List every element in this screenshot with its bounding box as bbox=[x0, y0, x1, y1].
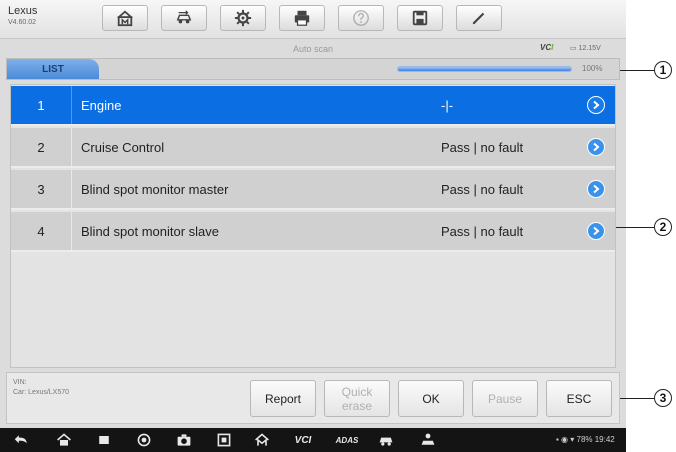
car-service-icon[interactable] bbox=[375, 432, 397, 448]
pen-icon bbox=[472, 12, 485, 25]
vehicle-info: Lexus V4.60.02 bbox=[8, 6, 37, 28]
list-item[interactable]: 1 Engine -|- bbox=[11, 86, 615, 126]
camera-icon[interactable] bbox=[174, 432, 194, 448]
scan-progress-text: 100% bbox=[582, 64, 603, 73]
callout-2: 2 bbox=[654, 218, 672, 236]
item-number: 1 bbox=[37, 97, 45, 113]
function-title: Auto scan bbox=[292, 44, 334, 54]
esc-button[interactable]: ESC bbox=[546, 380, 612, 417]
print-icon bbox=[294, 10, 310, 26]
tab-list[interactable]: LIST bbox=[7, 59, 99, 79]
vin-label: VIN: bbox=[13, 379, 27, 386]
android-nav-bar: VCI ADAS ▪ ◉ ▾ 78% 19:42 bbox=[0, 428, 626, 452]
browser-icon[interactable] bbox=[134, 432, 154, 448]
car-label: Car: Lexus/LX570 bbox=[13, 389, 70, 396]
chevron-right-icon[interactable] bbox=[587, 96, 605, 114]
chevron-right-icon[interactable] bbox=[587, 180, 605, 198]
chevron-right-icon[interactable] bbox=[587, 138, 605, 156]
scan-status: Pass | no fault bbox=[441, 139, 524, 155]
tab-row: LIST 100% bbox=[6, 58, 620, 80]
vci-icon[interactable]: VCI bbox=[288, 432, 318, 448]
system-list: 1 Engine -|- 2 Cruise Control Pass | no fault… bbox=[10, 84, 616, 368]
item-number: 3 bbox=[37, 181, 45, 197]
scan-progress-fill bbox=[398, 67, 571, 71]
system-name: Blind spot monitor slave bbox=[81, 223, 220, 239]
help-icon bbox=[353, 10, 369, 26]
callout-3: 3 bbox=[654, 389, 672, 407]
chevron-right-icon[interactable] bbox=[587, 222, 605, 240]
column-divider bbox=[71, 212, 72, 250]
top-toolbar: Lexus V4.60.02 bbox=[0, 0, 626, 39]
report-button[interactable]: Report bbox=[250, 380, 316, 417]
home-button[interactable] bbox=[102, 5, 148, 31]
scan-status: Pass | no fault bbox=[441, 181, 524, 197]
vehicle-make: Lexus bbox=[8, 5, 38, 17]
save-icon bbox=[412, 10, 428, 26]
system-status: ▪ ◉ ▾ 78% 19:42 bbox=[556, 435, 615, 444]
column-divider bbox=[71, 170, 72, 208]
vehicle-swap-icon bbox=[176, 10, 192, 24]
remote-expert-icon[interactable] bbox=[416, 432, 440, 448]
scan-status: -|- bbox=[441, 97, 454, 113]
scan-progress-bar bbox=[397, 66, 572, 72]
callout-1: 1 bbox=[654, 61, 672, 79]
help-button[interactable] bbox=[338, 5, 384, 31]
back-icon[interactable] bbox=[12, 432, 32, 448]
system-name: Blind spot monitor master bbox=[81, 181, 229, 197]
callout-line-1 bbox=[620, 70, 654, 71]
adas-icon[interactable]: ADAS bbox=[330, 432, 364, 448]
home-icon bbox=[117, 10, 133, 27]
screenshot-icon[interactable] bbox=[214, 432, 234, 448]
item-number: 4 bbox=[37, 223, 45, 239]
vehicle-swap-button[interactable] bbox=[161, 5, 207, 31]
vci-connection-status: VCI bbox=[540, 43, 554, 52]
android-home-icon[interactable] bbox=[54, 432, 74, 448]
pen-button[interactable] bbox=[456, 5, 502, 31]
ok-button[interactable]: OK bbox=[398, 380, 464, 417]
callout-line-3 bbox=[620, 398, 654, 399]
function-bar: VIN: Car: Lexus/LX570 Report Quick erase … bbox=[6, 372, 620, 424]
callout-line-2 bbox=[616, 227, 654, 228]
diagnostics-home-icon[interactable] bbox=[252, 432, 272, 448]
item-number: 2 bbox=[37, 139, 45, 155]
list-item[interactable]: 2 Cruise Control Pass | no fault bbox=[11, 128, 615, 168]
list-item[interactable]: 4 Blind spot monitor slave Pass | no fault bbox=[11, 212, 615, 252]
battery-voltage: ▭ 12.15V bbox=[570, 45, 601, 52]
print-button[interactable] bbox=[279, 5, 325, 31]
software-version: V4.60.02 bbox=[8, 19, 37, 26]
system-name: Engine bbox=[81, 97, 122, 113]
save-button[interactable] bbox=[397, 5, 443, 31]
system-name: Cruise Control bbox=[81, 139, 165, 155]
settings-button[interactable] bbox=[220, 5, 266, 31]
settings-icon bbox=[234, 9, 252, 27]
quick-erase-button[interactable]: Quick erase bbox=[324, 380, 390, 417]
list-item[interactable]: 3 Blind spot monitor master Pass | no faul… bbox=[11, 170, 615, 210]
screen: Lexus V4.60.02 Auto scan VCI ▭ 12.15V LI… bbox=[0, 0, 626, 452]
recent-apps-icon[interactable] bbox=[94, 432, 114, 448]
pause-button[interactable]: Pause bbox=[472, 380, 538, 417]
column-divider bbox=[71, 86, 72, 124]
scan-status: Pass | no fault bbox=[441, 223, 524, 239]
vehicle-id-info: VIN: Car: Lexus/LX570 bbox=[13, 378, 69, 398]
column-divider bbox=[71, 128, 72, 166]
status-line: Auto scan VCI ▭ 12.15V bbox=[0, 43, 626, 56]
